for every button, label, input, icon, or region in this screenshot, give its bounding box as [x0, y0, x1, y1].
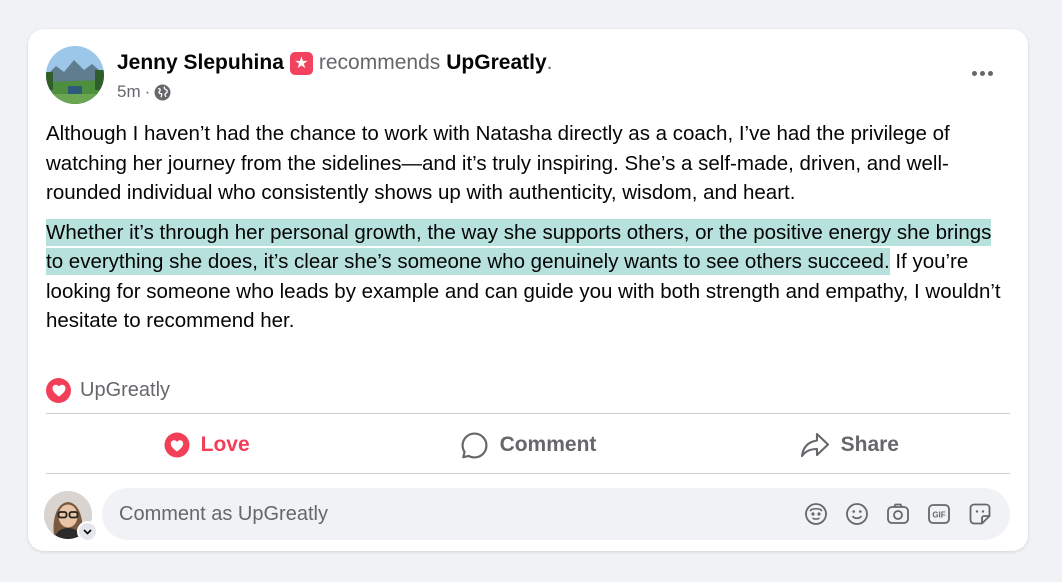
page-name-link[interactable]: UpGreatly [446, 51, 546, 75]
more-options-button[interactable] [960, 59, 1004, 87]
post-card: Jenny Slepuhina ★ recommends UpGreatly .… [28, 29, 1028, 551]
reaction-summary[interactable]: UpGreatly [46, 375, 170, 405]
more-dot-icon [971, 70, 977, 76]
post-paragraph-1: Although I haven’t had the chance to wor… [46, 122, 950, 204]
meta-separator: · [144, 82, 151, 101]
comment-button-label: Comment [499, 433, 597, 456]
svg-text:GIF: GIF [932, 511, 945, 520]
share-button[interactable]: Share [689, 417, 1010, 473]
share-icon [800, 432, 829, 458]
comment-icon [461, 432, 488, 458]
author-avatar[interactable] [46, 46, 104, 104]
comment-button[interactable]: Comment [367, 417, 688, 473]
gif-icon[interactable]: GIF [927, 502, 951, 526]
post-timestamp[interactable]: 5m [117, 82, 141, 102]
post-paragraph-2: Whether it’s through her personal growth… [46, 218, 1014, 336]
highlighted-text: Whether it’s through her personal growth… [46, 218, 992, 275]
action-bar: Love Comment Share [46, 417, 1010, 473]
love-reaction-icon [46, 377, 71, 403]
comment-tools: GIF [804, 488, 1009, 540]
love-button[interactable]: Love [46, 417, 367, 473]
avatar-sticker-icon[interactable] [804, 502, 828, 526]
love-button-label: Love [200, 433, 250, 456]
emoji-icon[interactable] [845, 502, 869, 526]
globe-icon[interactable] [154, 84, 171, 101]
top-fan-badge-icon: ★ [289, 51, 313, 75]
divider-top [46, 413, 1010, 414]
profile-switch-chevron-icon[interactable] [77, 521, 98, 542]
share-button-label: Share [840, 433, 899, 456]
more-dot-icon [987, 70, 993, 76]
author-name[interactable]: Jenny Slepuhina [117, 51, 284, 75]
camera-icon[interactable] [886, 502, 910, 526]
reaction-summary-label: UpGreatly [80, 378, 171, 401]
author-line: Jenny Slepuhina ★ recommends UpGreatly . [117, 48, 552, 78]
divider-bottom [46, 473, 1010, 474]
recommends-text: recommends [318, 51, 441, 74]
more-dot-icon [979, 70, 985, 76]
page-name-suffix: . [546, 51, 553, 74]
comment-composer: GIF [44, 488, 1012, 544]
love-icon [164, 432, 190, 458]
sticker-icon[interactable] [968, 502, 992, 526]
post-body: Although I haven’t had the chance to wor… [46, 119, 1014, 336]
post-meta: 5m · [117, 81, 171, 103]
